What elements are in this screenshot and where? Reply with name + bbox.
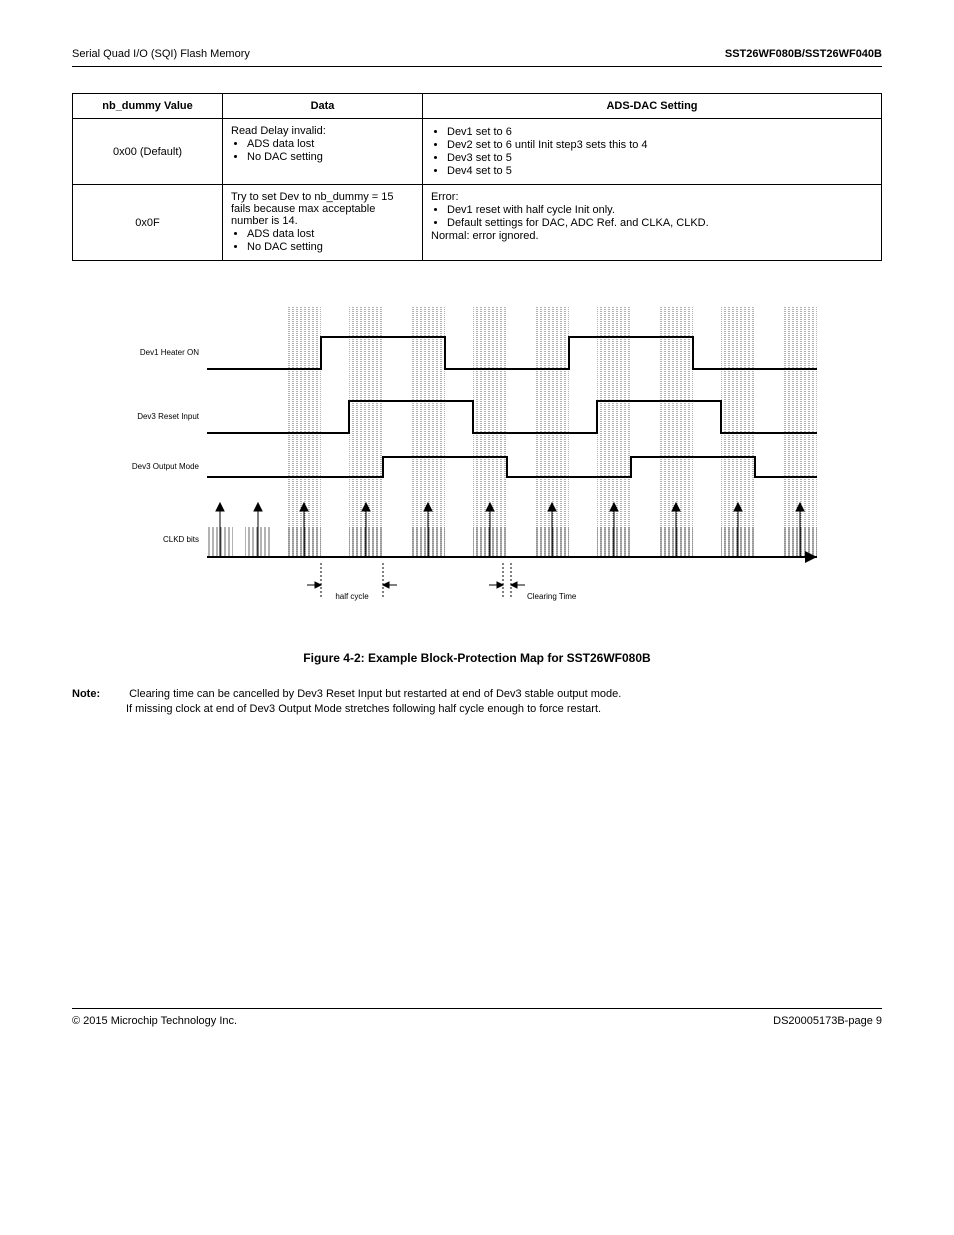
timing-figure: half cycle Clearing Time Dev1 Heater ON … xyxy=(72,297,882,665)
timing-diagram-svg: half cycle Clearing Time Dev1 Heater ON … xyxy=(127,297,827,637)
cell-data-0: Read Delay invalid: ADS data lost No DAC… xyxy=(223,119,423,185)
figure-caption: Figure 4-2: Example Block-Protection Map… xyxy=(72,651,882,665)
page-footer: © 2015 Microchip Technology Inc. DS20005… xyxy=(72,1008,882,1027)
cell-nb-dummy-0: 0x00 (Default) xyxy=(73,119,223,185)
footer-left: © 2015 Microchip Technology Inc. xyxy=(72,1015,237,1027)
page-header: Serial Quad I/O (SQI) Flash Memory SST26… xyxy=(72,48,882,67)
label-sig2: Dev3 Reset Input xyxy=(137,412,200,421)
label-clkd: CLKD bits xyxy=(163,535,199,544)
cell-ads-1: Error: Dev1 reset with half cycle Init o… xyxy=(423,185,882,261)
label-sig1: Dev1 Heater ON xyxy=(140,348,199,357)
note-block: Note: Clearing time can be cancelled by … xyxy=(72,687,882,718)
th-nb-dummy: nb_dummy Value xyxy=(73,94,223,119)
note-line1: Clearing time can be cancelled by Dev3 R… xyxy=(129,688,621,700)
label-half-cycle: half cycle xyxy=(335,592,369,601)
note-label: Note: xyxy=(72,687,126,702)
header-model: SST26WF080B/SST26WF040B xyxy=(725,48,882,60)
note-line2: If missing clock at end of Dev3 Output M… xyxy=(126,703,601,715)
label-sig3: Dev3 Output Mode xyxy=(132,462,200,471)
footer-right: DS20005173B-page 9 xyxy=(773,1015,882,1027)
th-data: Data xyxy=(223,94,423,119)
header-left: Serial Quad I/O (SQI) Flash Memory xyxy=(72,48,250,60)
settings-table: nb_dummy Value Data ADS-DAC Setting 0x00… xyxy=(72,93,882,261)
table-row: 0x0F Try to set Dev to nb_dummy = 15 fai… xyxy=(73,185,882,261)
th-ads-dac: ADS-DAC Setting xyxy=(423,94,882,119)
label-clearing-time: Clearing Time xyxy=(527,592,577,601)
cell-ads-0: Dev1 set to 6 Dev2 set to 6 until Init s… xyxy=(423,119,882,185)
table-row: 0x00 (Default) Read Delay invalid: ADS d… xyxy=(73,119,882,185)
cell-nb-dummy-1: 0x0F xyxy=(73,185,223,261)
cell-data-1: Try to set Dev to nb_dummy = 15 fails be… xyxy=(223,185,423,261)
